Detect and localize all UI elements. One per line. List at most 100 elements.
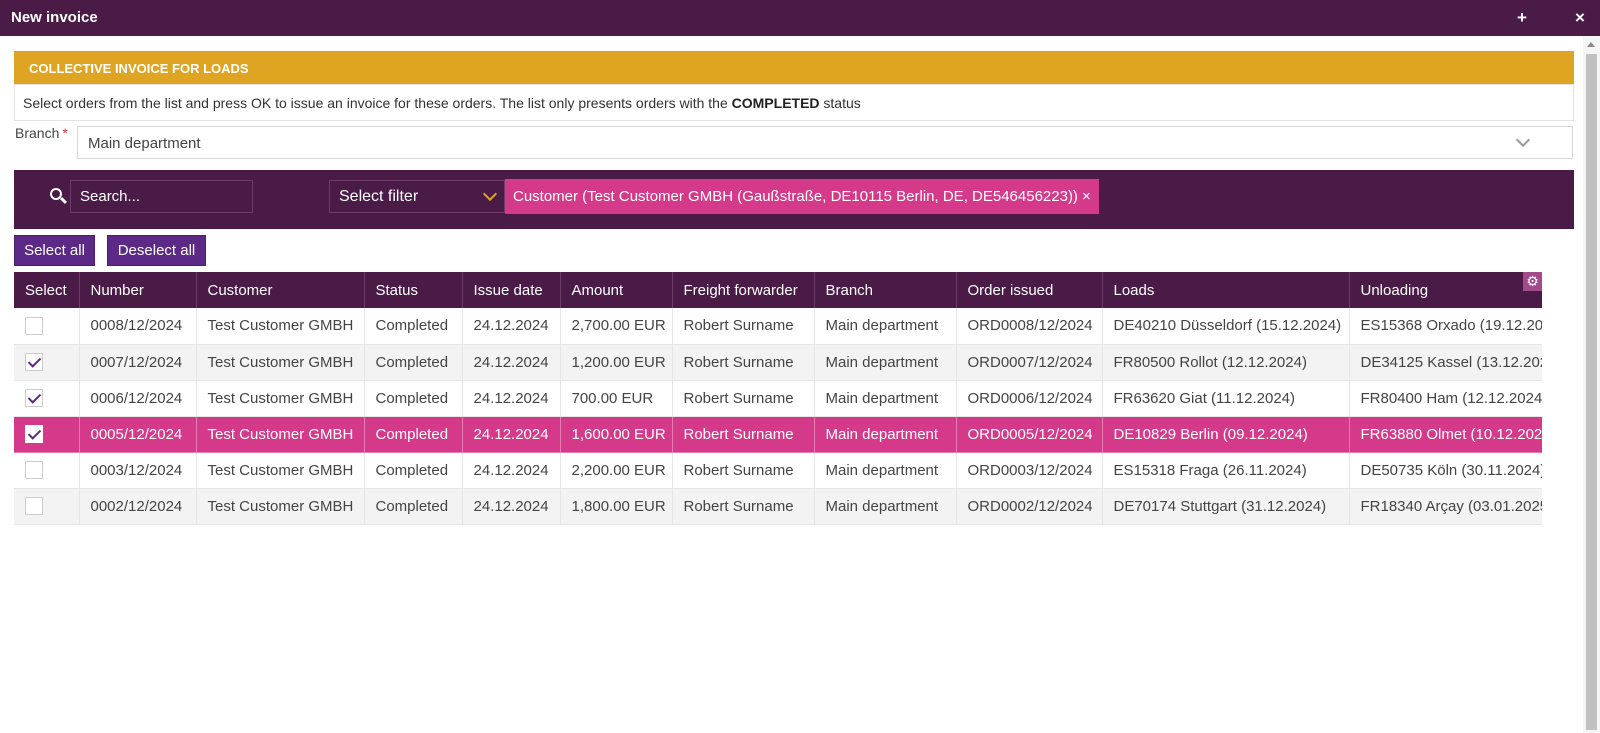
cell-loads: FR80500 Rollot (12.12.2024): [1102, 344, 1350, 381]
cell-unloading: FR80400 Ham (12.12.2024): [1349, 380, 1542, 417]
column-header-status[interactable]: Status: [364, 272, 463, 308]
info-text-status: COMPLETED: [731, 95, 820, 111]
cell-issue-date: 24.12.2024: [462, 344, 561, 381]
cell-forwarder: Robert Surname: [672, 488, 815, 525]
select-filter-label: Select filter: [339, 188, 419, 205]
cell-amount: 2,700.00 EUR: [560, 308, 673, 345]
branch-label: Branch *: [15, 125, 68, 141]
select-cell: [14, 308, 80, 345]
close-icon[interactable]: ×: [1570, 6, 1590, 30]
cell-status: Completed: [364, 380, 463, 417]
cell-loads: FR63620 Giat (11.12.2024): [1102, 380, 1350, 417]
window-titlebar: New invoice + ×: [0, 0, 1600, 36]
info-text: Select orders from the list and press OK…: [14, 84, 1574, 121]
branch-select[interactable]: Main department: [77, 126, 1573, 159]
table-row[interactable]: 0006/12/2024 Test Customer GMBH Completed 2…: [14, 380, 1542, 417]
select-cell: [14, 380, 80, 417]
cell-number: 0008/12/2024: [79, 308, 197, 345]
cell-customer: Test Customer GMBH: [196, 416, 365, 453]
cell-branch: Main department: [814, 488, 957, 525]
cell-unloading: ES15368 Orxado (19.12.2024): [1349, 308, 1542, 345]
cell-forwarder: Robert Surname: [672, 344, 815, 381]
filter-bar: Select filter Customer (Test Customer GM…: [14, 170, 1574, 229]
table-row[interactable]: 0002/12/2024 Test Customer GMBH Completed 2…: [14, 488, 1542, 525]
row-checkbox[interactable]: [25, 497, 43, 516]
select-all-button[interactable]: Select all: [14, 235, 95, 266]
vertical-scrollbar[interactable]: [1583, 36, 1600, 733]
cell-status: Completed: [364, 488, 463, 525]
row-checkbox[interactable]: [25, 353, 43, 372]
cell-order-issued: ORD0005/12/2024: [956, 416, 1103, 453]
row-checkbox[interactable]: [25, 425, 43, 444]
cell-forwarder: Robert Surname: [672, 380, 815, 417]
cell-issue-date: 24.12.2024: [462, 308, 561, 345]
branch-label-text: Branch: [15, 125, 60, 141]
row-checkbox[interactable]: [25, 461, 43, 480]
cell-branch: Main department: [814, 380, 957, 417]
cell-amount: 1,800.00 EUR: [560, 488, 673, 525]
required-mark: *: [62, 125, 68, 141]
gear-icon[interactable]: ⚙: [1523, 272, 1542, 291]
cell-loads: DE40210 Düsseldorf (15.12.2024): [1102, 308, 1350, 345]
table-row[interactable]: 0005/12/2024 Test Customer GMBH Completed 2…: [14, 416, 1542, 453]
column-header-order-issued[interactable]: Order issued: [956, 272, 1103, 308]
search-input[interactable]: [70, 180, 253, 213]
info-text-main: Select orders from the list and press OK…: [23, 95, 732, 111]
column-header-loads[interactable]: Loads: [1102, 272, 1350, 308]
cell-number: 0007/12/2024: [79, 344, 197, 381]
column-header-amount[interactable]: Amount: [560, 272, 673, 308]
column-header-select[interactable]: Select: [14, 272, 80, 308]
column-header-unloading[interactable]: Unloading: [1349, 272, 1542, 308]
cell-forwarder: Robert Surname: [672, 308, 815, 345]
select-cell: [14, 344, 80, 381]
cell-loads: DE70174 Stuttgart (31.12.2024): [1102, 488, 1350, 525]
section-banner: COLLECTIVE INVOICE FOR LOADS: [14, 51, 1574, 84]
column-header-customer[interactable]: Customer: [196, 272, 365, 308]
cell-number: 0005/12/2024: [79, 416, 197, 453]
cell-unloading: DE34125 Kassel (13.12.2024): [1349, 344, 1542, 381]
cell-amount: 1,600.00 EUR: [560, 416, 673, 453]
orders-table-container[interactable]: Select Number Customer Status Issue date…: [14, 272, 1542, 525]
cell-loads: ES15318 Fraga (26.11.2024): [1102, 452, 1350, 489]
orders-table: Select Number Customer Status Issue date…: [14, 272, 1542, 525]
cell-issue-date: 24.12.2024: [462, 416, 561, 453]
table-row[interactable]: 0008/12/2024 Test Customer GMBH Completed 2…: [14, 308, 1542, 345]
cell-amount: 700.00 EUR: [560, 380, 673, 417]
table-row[interactable]: 0007/12/2024 Test Customer GMBH Completed 2…: [14, 344, 1542, 381]
scroll-up-icon[interactable]: [1587, 42, 1595, 47]
cell-issue-date: 24.12.2024: [462, 452, 561, 489]
cell-order-issued: ORD0007/12/2024: [956, 344, 1103, 381]
add-icon[interactable]: +: [1512, 6, 1532, 30]
column-header-freight-forwarder[interactable]: Freight forwarder: [672, 272, 815, 308]
cell-amount: 2,200.00 EUR: [560, 452, 673, 489]
row-checkbox[interactable]: [25, 389, 43, 408]
cell-issue-date: 24.12.2024: [462, 380, 561, 417]
cell-issue-date: 24.12.2024: [462, 488, 561, 525]
cell-branch: Main department: [814, 344, 957, 381]
cell-unloading: FR18340 Arçay (03.01.2025): [1349, 488, 1542, 525]
cell-order-issued: ORD0006/12/2024: [956, 380, 1103, 417]
cell-status: Completed: [364, 344, 463, 381]
column-header-issue-date[interactable]: Issue date: [462, 272, 561, 308]
cell-amount: 1,200.00 EUR: [560, 344, 673, 381]
select-cell: [14, 488, 80, 525]
scrollbar-thumb[interactable]: [1586, 54, 1597, 730]
cell-customer: Test Customer GMBH: [196, 380, 365, 417]
select-cell: [14, 452, 80, 489]
column-header-branch[interactable]: Branch: [814, 272, 957, 308]
window-title: New invoice: [11, 9, 98, 26]
cell-number: 0002/12/2024: [79, 488, 197, 525]
table-header-row: Select Number Customer Status Issue date…: [14, 272, 1542, 308]
column-header-number[interactable]: Number: [79, 272, 197, 308]
cell-unloading: DE50735 Köln (30.11.2024): [1349, 452, 1542, 489]
row-checkbox[interactable]: [25, 316, 43, 335]
cell-forwarder: Robert Surname: [672, 416, 815, 453]
cell-number: 0003/12/2024: [79, 452, 197, 489]
active-filter-chip[interactable]: Customer (Test Customer GMBH (Gaußstraße…: [505, 179, 1099, 214]
chevron-down-icon: [1515, 132, 1531, 148]
cell-loads: DE10829 Berlin (09.12.2024): [1102, 416, 1350, 453]
deselect-all-button[interactable]: Deselect all: [107, 235, 206, 266]
remove-filter-icon[interactable]: ×: [1082, 188, 1091, 205]
table-row[interactable]: 0003/12/2024 Test Customer GMBH Completed 2…: [14, 452, 1542, 489]
select-filter-dropdown[interactable]: Select filter: [329, 180, 505, 213]
